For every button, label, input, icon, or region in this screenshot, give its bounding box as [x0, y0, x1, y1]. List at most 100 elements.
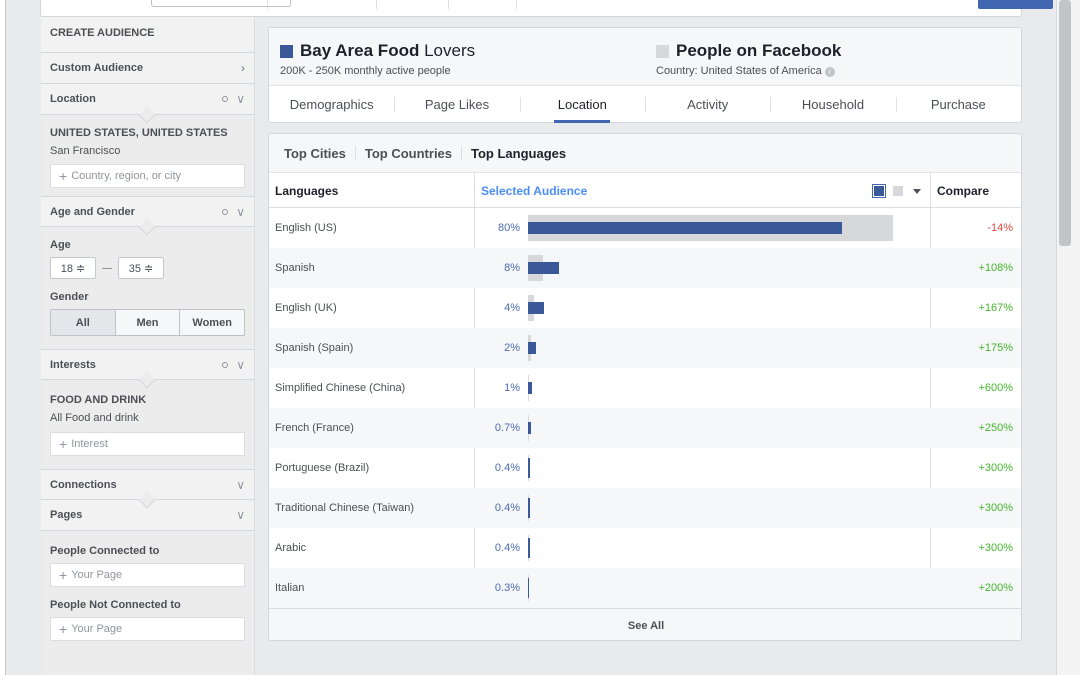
- location-subtabs: Top Cities Top Countries Top Languages: [269, 134, 1021, 173]
- language-label: Traditional Chinese (Taiwan): [275, 502, 414, 514]
- audience-header-card: Bay Area Food Lovers 200K - 250K monthly…: [268, 27, 1022, 123]
- chevron-down-icon[interactable]: ∨: [236, 478, 245, 492]
- toolbar-divider: [516, 0, 517, 9]
- audience-name-bold: Bay Area Food: [300, 41, 420, 60]
- tab-demographics[interactable]: Demographics: [269, 86, 394, 123]
- language-label: Portuguese (Brazil): [275, 462, 370, 474]
- location-label: Location: [50, 93, 96, 105]
- subtab-top-languages[interactable]: Top Languages: [461, 145, 575, 161]
- audience-size: 200K - 250K monthly active people: [280, 65, 451, 77]
- see-all-button[interactable]: See All: [269, 608, 1021, 640]
- settings-dot-icon[interactable]: [222, 208, 229, 215]
- caret-down-icon[interactable]: [913, 188, 921, 194]
- plus-icon: +: [59, 621, 68, 637]
- selected-audience-percent: 0.4%: [494, 502, 520, 514]
- selected-audience-bar[interactable]: [528, 498, 530, 518]
- custom-audience-section[interactable]: Custom Audience ›: [41, 53, 254, 84]
- comparison-audience-summary: People on Facebook Country: United State…: [656, 41, 841, 77]
- connected-page-input[interactable]: + Your Page: [50, 563, 245, 587]
- selected-audience-swatch: [280, 44, 293, 58]
- languages-panel: Top Cities Top Countries Top Languages L…: [268, 133, 1022, 641]
- tab-page-likes[interactable]: Page Likes: [394, 86, 519, 123]
- selected-audience-bar[interactable]: [528, 578, 530, 598]
- tab-activity[interactable]: Activity: [644, 86, 770, 123]
- chevron-down-icon[interactable]: ∨: [236, 358, 245, 372]
- age-label: Age: [50, 239, 71, 251]
- location-section-header[interactable]: Location ∨: [41, 84, 254, 124]
- age-gender-section-header[interactable]: Age and Gender ∨: [41, 196, 254, 236]
- language-row: Italian 0.3% +200%: [269, 568, 1021, 608]
- subtab-top-countries[interactable]: Top Countries: [354, 145, 461, 161]
- chevron-down-icon[interactable]: ∨: [236, 508, 245, 522]
- chevron-down-icon[interactable]: ∨: [236, 92, 245, 106]
- custom-audience-label: Custom Audience: [50, 62, 144, 74]
- not-connected-page-input[interactable]: + Your Page: [50, 617, 245, 641]
- tab-location[interactable]: Location: [519, 86, 645, 123]
- language-rows: English (US) 80% -14% Spanish 8% +108% English…: [269, 208, 1021, 608]
- not-connected-label: People Not Connected to: [50, 599, 181, 611]
- age-min-select[interactable]: 18 ≑: [50, 257, 96, 279]
- compare-value: +300%: [978, 462, 1013, 474]
- compare-value: +108%: [978, 262, 1013, 274]
- compare-value: -14%: [987, 222, 1013, 234]
- location-country: UNITED STATES, UNITED STATES: [50, 127, 228, 139]
- interest-input[interactable]: + Interest: [50, 432, 245, 456]
- selected-audience-bar[interactable]: [528, 222, 843, 234]
- chevron-right-icon: ›: [241, 61, 245, 75]
- top-toolbar: [40, 0, 1053, 17]
- subtab-top-cities[interactable]: Top Cities: [275, 146, 355, 161]
- interests-section-header[interactable]: Interests ∨: [41, 349, 254, 389]
- scrollbar-thumb[interactable]: [1059, 0, 1071, 246]
- comparison-toggle[interactable]: [893, 186, 903, 196]
- language-row: English (US) 80% -14%: [269, 208, 1021, 248]
- create-audience-sidebar: CREATE AUDIENCE Custom Audience › Locati…: [41, 17, 255, 675]
- language-label: Arabic: [275, 542, 307, 554]
- plus-icon: +: [59, 567, 68, 583]
- col-selected-audience[interactable]: Selected Audience: [481, 173, 587, 208]
- selected-audience-bar[interactable]: [528, 538, 530, 558]
- interest-selection: All Food and drink: [50, 412, 139, 424]
- compare-name: People on Facebook: [676, 41, 842, 60]
- selected-audience-bar[interactable]: [528, 262, 560, 274]
- gender-men-button[interactable]: Men: [114, 310, 180, 335]
- gender-segmented-control: All Men Women: [50, 309, 245, 336]
- toolbar-input[interactable]: [151, 0, 291, 7]
- window-left-edge: [0, 0, 6, 675]
- language-row: French (France) 0.7% +250%: [269, 408, 1021, 448]
- language-label: Spanish (Spain): [275, 342, 354, 354]
- location-input[interactable]: + Country, region, or city: [50, 164, 245, 188]
- gender-all-button[interactable]: All: [51, 310, 115, 335]
- info-icon[interactable]: i: [824, 67, 835, 77]
- plus-icon: +: [59, 436, 68, 452]
- language-row: Traditional Chinese (Taiwan) 0.4% +300%: [269, 488, 1021, 528]
- connections-label: Connections: [50, 478, 117, 491]
- selected-audience-bar[interactable]: [528, 342, 536, 354]
- not-connected-page-placeholder: Your Page: [71, 623, 123, 635]
- connections-section-header[interactable]: Connections ∨: [41, 469, 254, 509]
- language-row: Arabic 0.4% +300%: [269, 528, 1021, 568]
- selected-audience-toggle[interactable]: [872, 184, 886, 198]
- table-header: Languages Selected Audience Compare: [269, 173, 1021, 208]
- audience-name: Bay Area Food Lovers: [300, 41, 475, 61]
- legend-toggle[interactable]: [872, 184, 921, 198]
- selected-audience-percent: 0.4%: [494, 542, 520, 554]
- settings-dot-icon[interactable]: [222, 96, 229, 102]
- selected-audience-bar[interactable]: [528, 458, 530, 478]
- selected-audience-percent: 2%: [504, 342, 520, 354]
- age-max-select[interactable]: 35 ≑: [118, 257, 164, 279]
- compare-value: +175%: [978, 342, 1013, 354]
- compare-value: +600%: [978, 382, 1013, 394]
- language-label: Italian: [275, 582, 305, 594]
- chevron-down-icon[interactable]: ∨: [236, 205, 245, 219]
- selected-audience-bar[interactable]: [528, 302, 544, 314]
- selected-audience-bar[interactable]: [528, 422, 531, 434]
- language-row: Spanish (Spain) 2% +175%: [269, 328, 1021, 368]
- settings-dot-icon[interactable]: [222, 361, 229, 368]
- gender-women-button[interactable]: Women: [179, 310, 244, 335]
- col-compare: Compare: [937, 183, 990, 198]
- selected-audience-percent: 4%: [504, 302, 520, 314]
- selected-audience-bar[interactable]: [528, 382, 532, 394]
- tab-purchase[interactable]: Purchase: [895, 86, 1021, 123]
- tab-household[interactable]: Household: [770, 86, 895, 123]
- toolbar-action-button[interactable]: [978, 0, 1053, 9]
